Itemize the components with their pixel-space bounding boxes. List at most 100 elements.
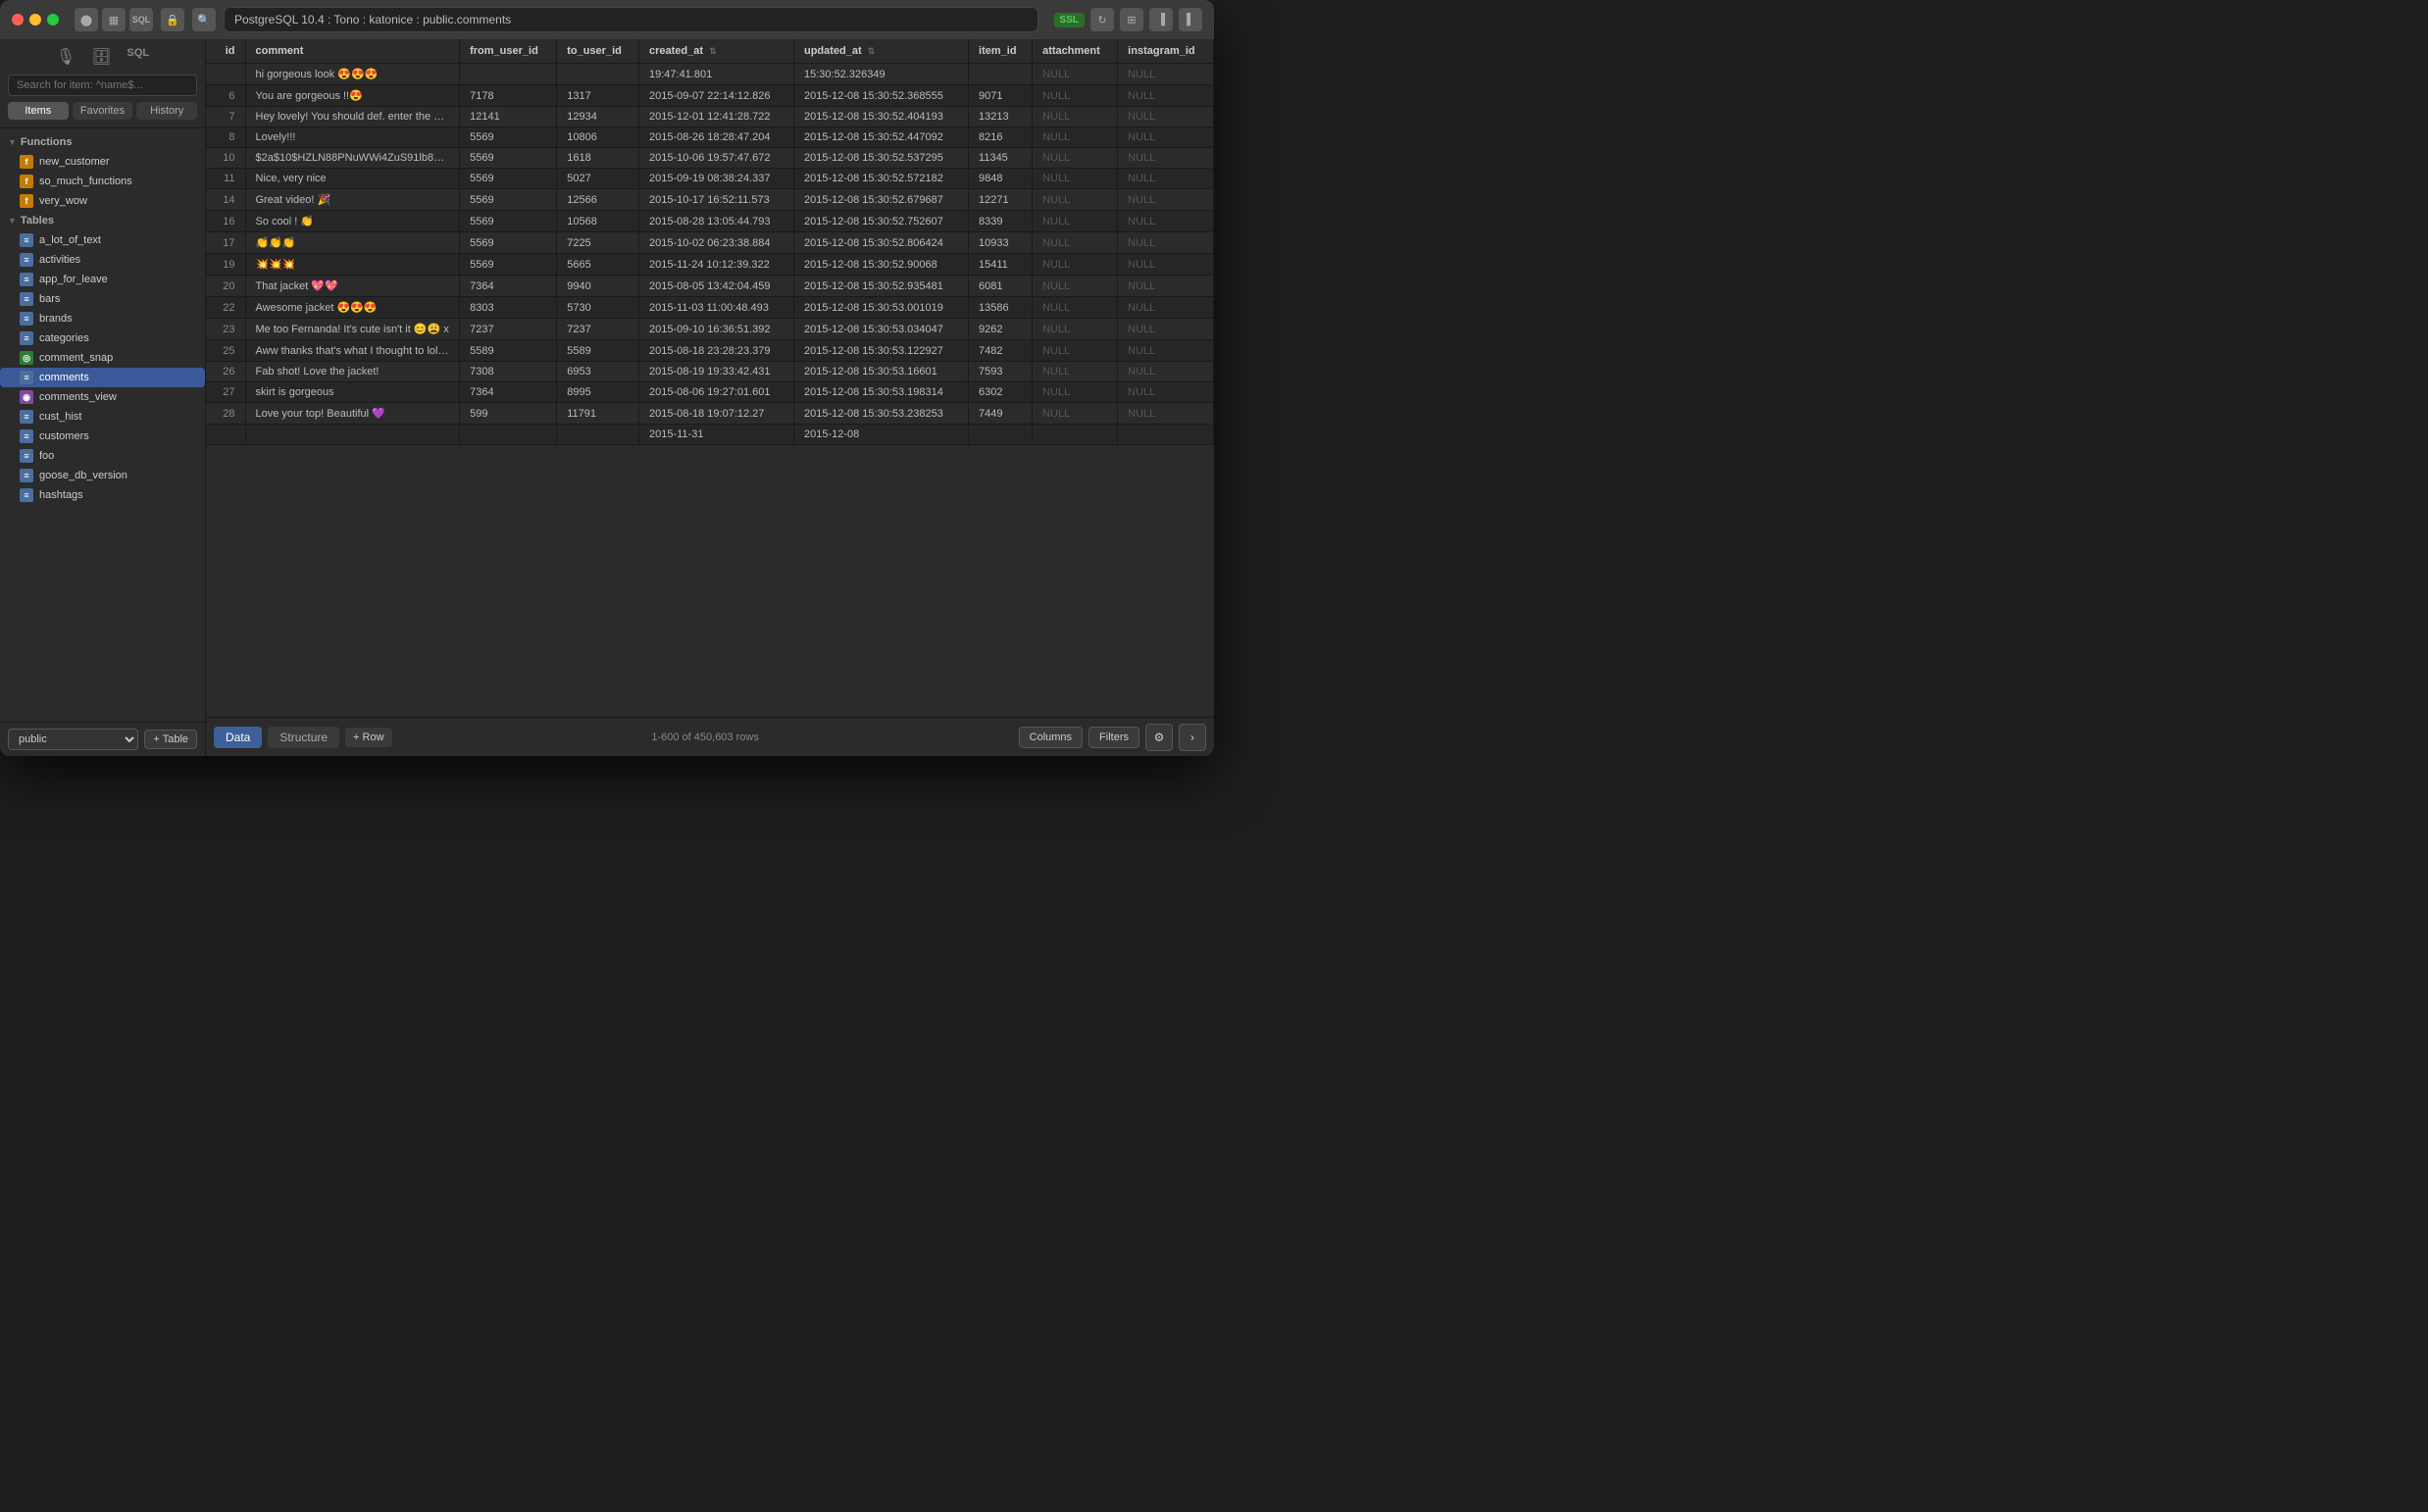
cell-item_id[interactable] [969, 425, 1033, 445]
cell-created_at[interactable]: 2015-08-26 18:28:47.204 [638, 127, 793, 148]
cell-updated_at[interactable]: 2015-12-08 15:30:52.447092 [793, 127, 968, 148]
cell-created_at[interactable]: 2015-09-07 22:14:12.826 [638, 85, 793, 107]
cell-comment[interactable]: You are gorgeous !!😍 [245, 85, 460, 107]
search-input[interactable] [8, 75, 197, 96]
table-row[interactable]: 20That jacket 💖💖736499402015-08-05 13:42… [206, 276, 1214, 297]
cell-updated_at[interactable]: 2015-12-08 15:30:52.572182 [793, 169, 968, 189]
cell-from_user_id[interactable]: 5569 [460, 189, 557, 211]
sidebar-item-comment_snap[interactable]: ◎ comment_snap [0, 348, 205, 368]
sidebar-item-very_wow[interactable]: f very_wow [0, 191, 205, 211]
cell-instagram_id[interactable]: NULL [1118, 319, 1214, 340]
col-attachment[interactable]: attachment [1033, 39, 1118, 64]
cell-attachment[interactable]: NULL [1033, 403, 1118, 425]
add-table-button[interactable]: + Table [144, 730, 197, 749]
cell-attachment[interactable]: NULL [1033, 382, 1118, 403]
cell-updated_at[interactable]: 2015-12-08 15:30:53.16601 [793, 362, 968, 382]
table-row[interactable]: 19💥💥💥556956652015-11-24 10:12:39.3222015… [206, 254, 1214, 276]
cell-attachment[interactable]: NULL [1033, 254, 1118, 276]
cell-comment[interactable] [245, 425, 460, 445]
cell-attachment[interactable]: NULL [1033, 211, 1118, 232]
cell-created_at[interactable]: 2015-11-31 [638, 425, 793, 445]
cell-instagram_id[interactable]: NULL [1118, 403, 1214, 425]
settings-icon[interactable]: ⚙ [1145, 724, 1173, 751]
cell-to_user_id[interactable]: 11791 [557, 403, 639, 425]
cell-attachment[interactable]: NULL [1033, 64, 1118, 85]
add-row-button[interactable]: + Row [345, 728, 392, 747]
cell-attachment[interactable]: NULL [1033, 148, 1118, 169]
cell-instagram_id[interactable]: NULL [1118, 340, 1214, 362]
cell-id[interactable]: 7 [206, 107, 245, 127]
cell-updated_at[interactable]: 2015-12-08 15:30:53.122927 [793, 340, 968, 362]
cell-to_user_id[interactable]: 1317 [557, 85, 639, 107]
cell-instagram_id[interactable]: NULL [1118, 127, 1214, 148]
cell-to_user_id[interactable]: 9940 [557, 276, 639, 297]
cell-instagram_id[interactable]: NULL [1118, 254, 1214, 276]
sidebar-item-goose_db_version[interactable]: ≡ goose_db_version [0, 466, 205, 485]
cell-instagram_id[interactable]: NULL [1118, 382, 1214, 403]
cell-id[interactable]: 11 [206, 169, 245, 189]
cell-from_user_id[interactable]: 7237 [460, 319, 557, 340]
table-row[interactable]: 26Fab shot! Love the jacket!730869532015… [206, 362, 1214, 382]
sidebar-item-new_customer[interactable]: f new_customer [0, 152, 205, 172]
cell-item_id[interactable]: 7593 [969, 362, 1033, 382]
cell-item_id[interactable]: 9262 [969, 319, 1033, 340]
cell-id[interactable]: 19 [206, 254, 245, 276]
cell-comment[interactable]: hi gorgeous look 😍😍😍 [245, 64, 460, 85]
data-table-container[interactable]: id comment from_user_id to_user_id creat… [206, 39, 1214, 717]
sidebar-item-a_lot_of_text[interactable]: ≡ a_lot_of_text [0, 230, 205, 250]
cell-id[interactable]: 22 [206, 297, 245, 319]
table-row[interactable]: 28Love your top! Beautiful 💜599117912015… [206, 403, 1214, 425]
cell-item_id[interactable] [969, 64, 1033, 85]
cell-attachment[interactable]: NULL [1033, 362, 1118, 382]
cell-from_user_id[interactable]: 5569 [460, 211, 557, 232]
search-icon[interactable]: 🔍 [192, 8, 216, 31]
table-row[interactable]: 25Aww thanks that's what I thought to lo… [206, 340, 1214, 362]
cell-from_user_id[interactable] [460, 425, 557, 445]
cell-comment[interactable]: Nice, very nice [245, 169, 460, 189]
close-button[interactable] [12, 14, 24, 25]
cell-comment[interactable]: skirt is gorgeous [245, 382, 460, 403]
cell-created_at[interactable]: 2015-08-05 13:42:04.459 [638, 276, 793, 297]
cell-to_user_id[interactable]: 6953 [557, 362, 639, 382]
table-row[interactable]: 2015-11-312015-12-08 [206, 425, 1214, 445]
cell-instagram_id[interactable]: NULL [1118, 85, 1214, 107]
cell-id[interactable]: 25 [206, 340, 245, 362]
cell-created_at[interactable]: 2015-08-18 19:07:12.27 [638, 403, 793, 425]
cell-item_id[interactable]: 9848 [969, 169, 1033, 189]
cell-id[interactable]: 10 [206, 148, 245, 169]
cell-to_user_id[interactable]: 5730 [557, 297, 639, 319]
cell-updated_at[interactable]: 15:30:52.326349 [793, 64, 968, 85]
cell-to_user_id[interactable]: 10568 [557, 211, 639, 232]
schema-select[interactable]: public [8, 729, 138, 750]
cell-item_id[interactable]: 11345 [969, 148, 1033, 169]
cell-comment[interactable]: Fab shot! Love the jacket! [245, 362, 460, 382]
col-id[interactable]: id [206, 39, 245, 64]
table-icon[interactable]: ▦ [102, 8, 126, 31]
cell-from_user_id[interactable]: 5589 [460, 340, 557, 362]
cell-from_user_id[interactable] [460, 64, 557, 85]
cell-item_id[interactable]: 10933 [969, 232, 1033, 254]
table-row[interactable]: 8Lovely!!!5569108062015-08-26 18:28:47.2… [206, 127, 1214, 148]
cell-updated_at[interactable]: 2015-12-08 15:30:53.034047 [793, 319, 968, 340]
cell-to_user_id[interactable]: 8995 [557, 382, 639, 403]
table-row[interactable]: 7Hey lovely! You should def. enter the C… [206, 107, 1214, 127]
cell-attachment[interactable]: NULL [1033, 319, 1118, 340]
cell-from_user_id[interactable]: 599 [460, 403, 557, 425]
tab-favorites[interactable]: Favorites [73, 102, 133, 120]
cell-attachment[interactable]: NULL [1033, 189, 1118, 211]
cell-from_user_id[interactable]: 12141 [460, 107, 557, 127]
cell-instagram_id[interactable]: NULL [1118, 232, 1214, 254]
cell-item_id[interactable]: 12271 [969, 189, 1033, 211]
cell-id[interactable]: 14 [206, 189, 245, 211]
sql-icon[interactable]: SQL [129, 8, 153, 31]
cell-comment[interactable]: So cool ! 👏 [245, 211, 460, 232]
table-row[interactable]: 23Me too Fernanda! It's cute isn't it 😊😩… [206, 319, 1214, 340]
cell-id[interactable]: 8 [206, 127, 245, 148]
cell-attachment[interactable]: NULL [1033, 232, 1118, 254]
col-created_at[interactable]: created_at ⇅ [638, 39, 793, 64]
tab-history[interactable]: History [136, 102, 197, 120]
cell-created_at[interactable]: 2015-08-19 19:33:42.431 [638, 362, 793, 382]
maximize-button[interactable] [47, 14, 59, 25]
cell-created_at[interactable]: 19:47:41.801 [638, 64, 793, 85]
cell-to_user_id[interactable]: 1618 [557, 148, 639, 169]
